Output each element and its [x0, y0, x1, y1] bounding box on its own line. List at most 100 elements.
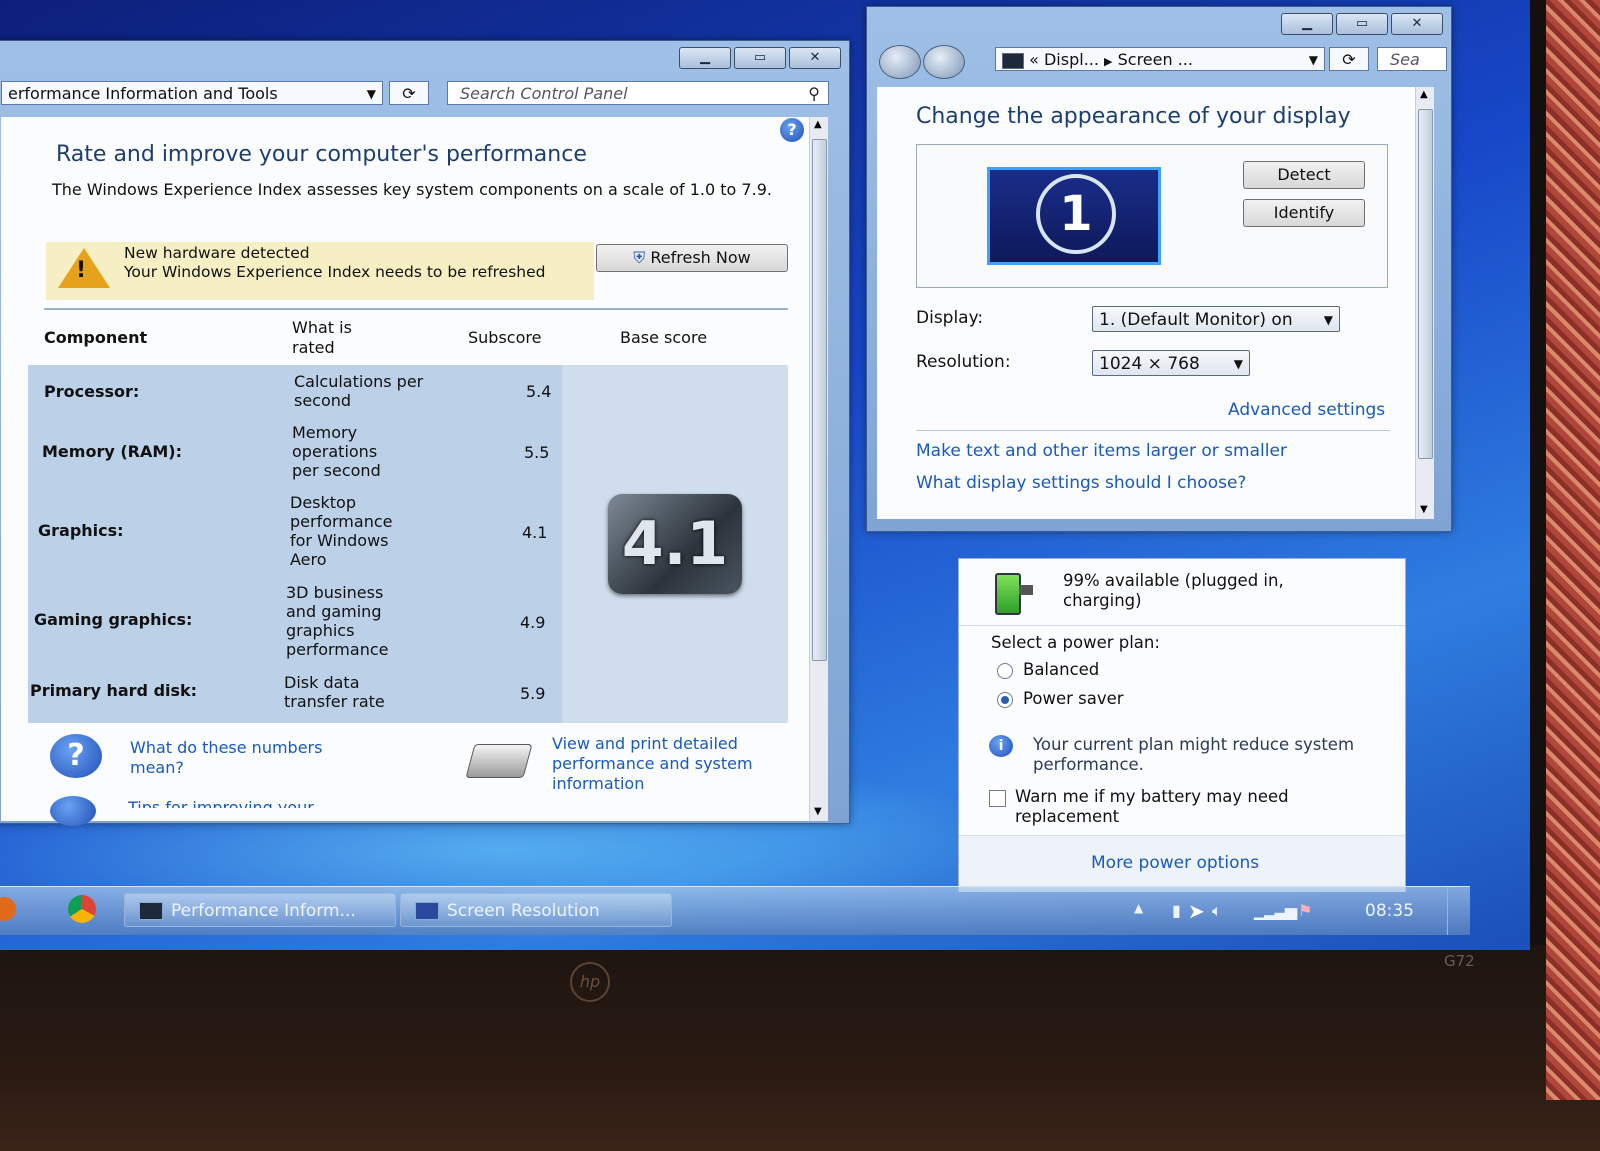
row-disk-label: Primary hard disk:: [30, 681, 198, 700]
plan-power-saver-label[interactable]: Power saver: [1023, 689, 1124, 708]
identify-button[interactable]: Identify: [1243, 199, 1365, 227]
battery-icon: [995, 573, 1021, 615]
shield-icon: ⛨: [633, 248, 646, 267]
resolution-label: Resolution:: [916, 352, 1011, 372]
taskbar-performance[interactable]: Performance Inform...: [124, 893, 396, 927]
row-graphics-what: Desktop performance for Windows Aero: [290, 493, 393, 569]
vertical-scrollbar[interactable]: ▲ ▼: [809, 117, 828, 821]
action-center-icon[interactable]: ⚑: [1298, 901, 1312, 920]
power-tray-icon[interactable]: ▮: [1172, 901, 1181, 920]
text-size-link[interactable]: Make text and other items larger or smal…: [916, 441, 1287, 461]
print-details-link[interactable]: View and print detailed performance and …: [552, 734, 788, 794]
scroll-down-arrow[interactable]: ▼: [1420, 504, 1428, 515]
background-fabric: [1546, 0, 1600, 1100]
plan-balanced-label[interactable]: Balanced: [1023, 660, 1099, 679]
battery-status: 99% available (plugged in, charging): [1063, 571, 1284, 610]
tips-link[interactable]: Tips for improving your: [128, 798, 314, 808]
desktop: ▁ ▭ ✕ erformance Information and Tools ▼…: [0, 0, 1530, 950]
monitor-number: 1: [1036, 174, 1116, 254]
chevron-down-icon[interactable]: ▼: [1309, 48, 1318, 70]
show-desktop-button[interactable]: [1447, 887, 1470, 935]
breadcrumb-prefix: «: [1029, 50, 1039, 69]
display-scroll-thumb[interactable]: [1418, 109, 1433, 459]
row-memory-score: 5.5: [524, 443, 550, 462]
scroll-down-arrow[interactable]: ▼: [814, 806, 822, 817]
battery-warn-checkbox[interactable]: [989, 790, 1006, 807]
row-memory-label: Memory (RAM):: [42, 442, 182, 461]
display-search-input[interactable]: Sea: [1377, 47, 1447, 71]
address-text: erformance Information and Tools: [8, 84, 278, 103]
media-player-icon[interactable]: [0, 897, 16, 921]
chrome-icon[interactable]: [68, 895, 96, 923]
row-gaming-score: 4.9: [520, 613, 546, 632]
numbers-link[interactable]: What do these numbers mean?: [130, 738, 360, 778]
clock[interactable]: 08:35: [1365, 901, 1414, 921]
close-button[interactable]: ✕: [789, 47, 841, 69]
taskbar-screen-resolution[interactable]: Screen Resolution: [400, 893, 672, 927]
refresh-icon: ⟳: [402, 84, 416, 103]
tips-icon: [50, 796, 96, 826]
power-divider: [959, 625, 1405, 626]
radio-power-saver[interactable]: [997, 692, 1013, 708]
search-placeholder: Search Control Panel: [460, 84, 628, 103]
row-disk-score: 5.9: [520, 684, 546, 703]
header-subscore: Subscore: [468, 328, 542, 347]
resolution-select[interactable]: 1024 × 768 ▼: [1092, 350, 1250, 376]
info-icon: i: [989, 735, 1013, 757]
display-minimize-button[interactable]: ▁: [1281, 13, 1333, 35]
monitor-icon: [415, 902, 439, 920]
maximize-button[interactable]: ▭: [734, 47, 786, 69]
scroll-up-arrow[interactable]: ▲: [814, 119, 822, 130]
display-close-button[interactable]: ✕: [1391, 13, 1443, 35]
display-help-link[interactable]: What display settings should I choose?: [916, 473, 1246, 493]
row-processor-score: 5.4: [526, 382, 552, 401]
battery-warn-label[interactable]: Warn me if my battery may need replaceme…: [1015, 787, 1345, 827]
cursor-icon: ➤: [1188, 899, 1205, 923]
search-input[interactable]: Search Control Panel ⚲: [447, 81, 829, 105]
display-select[interactable]: 1. (Default Monitor) on ▼: [1092, 306, 1340, 332]
network-icon[interactable]: ▁▂▃▅: [1254, 901, 1297, 920]
refresh-icon: ⟳: [1342, 50, 1356, 69]
refresh-now-label: Refresh Now: [650, 248, 751, 267]
back-button[interactable]: [879, 45, 921, 79]
taskbar-screen-label: Screen Resolution: [447, 901, 600, 921]
display-window-controls: ▁ ▭ ✕: [1281, 13, 1443, 35]
divider: [44, 308, 788, 310]
display-maximize-button[interactable]: ▭: [1336, 13, 1388, 35]
power-flyout: 99% available (plugged in, charging) Sel…: [958, 558, 1406, 892]
minimize-button[interactable]: ▁: [679, 47, 731, 69]
header-component: Component: [44, 328, 148, 347]
advanced-settings-link[interactable]: Advanced settings: [1228, 400, 1385, 420]
select-plan-label: Select a power plan:: [991, 633, 1160, 652]
address-bar[interactable]: erformance Information and Tools ▼: [1, 81, 383, 105]
refresh-now-button[interactable]: ⛨ Refresh Now: [596, 244, 788, 272]
volume-icon[interactable]: 🔈︎: [1212, 901, 1222, 921]
forward-button[interactable]: [923, 45, 965, 79]
breadcrumb-screen[interactable]: Screen ...: [1118, 50, 1193, 69]
display-scrollbar[interactable]: ▲ ▼: [1415, 87, 1434, 519]
search-icon[interactable]: ⚲: [808, 82, 820, 106]
refresh-address-button[interactable]: ⟳: [389, 81, 429, 105]
detect-button[interactable]: Detect: [1243, 161, 1365, 189]
help-icon[interactable]: ?: [780, 118, 804, 142]
row-graphics-score: 4.1: [522, 523, 548, 542]
radio-balanced[interactable]: [997, 663, 1013, 679]
question-icon[interactable]: ?: [50, 734, 102, 778]
hardware-banner: ! New hardware detected Your Windows Exp…: [46, 242, 594, 300]
display-refresh-button[interactable]: ⟳: [1329, 47, 1369, 71]
warning-mark: !: [76, 258, 87, 283]
display-select-value: 1. (Default Monitor) on: [1099, 310, 1293, 330]
row-gaming-what: 3D business and gaming graphics performa…: [286, 583, 389, 659]
display-label: Display:: [916, 308, 984, 328]
monitor-1-thumbnail[interactable]: 1: [987, 167, 1161, 265]
monitor-icon: [1002, 52, 1024, 69]
show-hidden-icons[interactable]: ▲: [1134, 901, 1143, 915]
chevron-down-icon: ▼: [1323, 313, 1333, 327]
more-power-options-link[interactable]: More power options: [1091, 853, 1259, 873]
chevron-down-icon[interactable]: ▼: [367, 82, 376, 104]
header-base-score: Base score: [620, 328, 708, 347]
scroll-up-arrow[interactable]: ▲: [1420, 89, 1428, 100]
display-address-bar[interactable]: « Displ... ▶ Screen ... ▼: [995, 47, 1325, 71]
scroll-thumb[interactable]: [812, 139, 827, 661]
breadcrumb-display[interactable]: Displ...: [1044, 50, 1099, 69]
